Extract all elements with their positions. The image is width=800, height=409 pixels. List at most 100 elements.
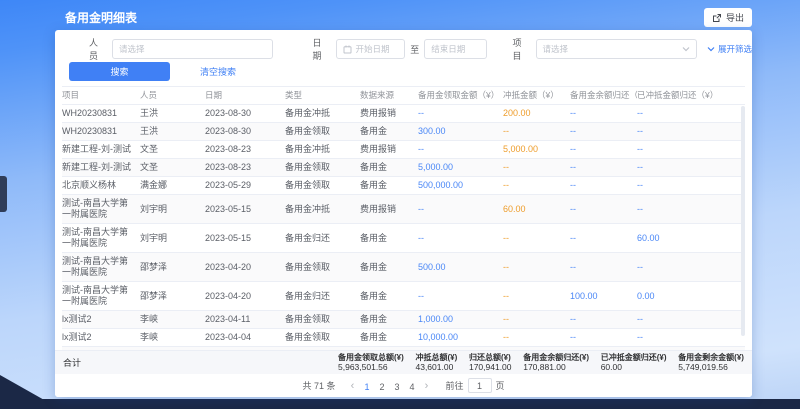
cell-person: 刘宇明 — [140, 195, 205, 224]
summary-stat: 归还总额(¥)170,941.00 — [469, 353, 512, 372]
cell-offset_return: -- — [637, 141, 745, 159]
goto-page-input[interactable] — [468, 378, 492, 393]
summary-stat-label: 备用金余额归还(¥) — [523, 353, 589, 362]
table-row: WH20230831王洪2023-08-30备用金冲抵费用报销--200.00-… — [62, 105, 745, 123]
cell-person: 李峡 — [140, 311, 205, 329]
cell-balance_return: -- — [570, 141, 637, 159]
cell-project: WH20230831 — [62, 105, 140, 123]
summary-stat-label: 备用金剩余金额(¥) — [678, 353, 744, 362]
cell-offset_return: -- — [637, 311, 745, 329]
cell-offset_return: -- — [637, 159, 745, 177]
expand-filters-link[interactable]: 展开筛选 — [707, 43, 752, 55]
page-number-3[interactable]: 3 — [389, 380, 404, 394]
export-button-label: 导出 — [726, 11, 744, 24]
cell-person: 刘宇明 — [140, 224, 205, 253]
table-row: lx测试2李峡2023-04-04备用金领取备用金10,000.00------ — [62, 329, 745, 347]
summary-stat: 冲抵总额(¥)43,601.00 — [415, 353, 457, 372]
cell-date: 2023-08-30 — [205, 105, 285, 123]
cell-date: 2023-08-23 — [205, 141, 285, 159]
pagination-bar: 共 71 条 ‹ 1234 › 前往 页 — [55, 374, 752, 397]
summary-stat: 备用金剩余金额(¥)5,749,019.56 — [678, 353, 744, 372]
cell-source: 备用金 — [360, 159, 418, 177]
clear-search-link[interactable]: 清空搜索 — [200, 65, 236, 78]
cell-received: -- — [418, 105, 503, 123]
filter-row: 人员 请选择 日期 开始日期 至 结束日期 项目 请选择 — [55, 38, 752, 60]
date-range-separator: 至 — [410, 43, 419, 56]
cell-type: 备用金冲抵 — [285, 141, 360, 159]
cell-source: 备用金 — [360, 329, 418, 347]
cell-project: 测试-南昌大学第一附属医院 — [62, 224, 140, 253]
cell-date: 2023-05-15 — [205, 224, 285, 253]
cell-person: 文圣 — [140, 141, 205, 159]
cell-date: 2023-04-20 — [205, 282, 285, 311]
cell-type: 备用金领取 — [285, 123, 360, 141]
cell-balance_return: -- — [570, 123, 637, 141]
column-header-offset_return: 已冲抵金额归还（¥） — [637, 87, 745, 105]
cell-type: 备用金领取 — [285, 329, 360, 347]
date-start-input[interactable]: 开始日期 — [336, 39, 406, 59]
summary-stat-value: 5,749,019.56 — [678, 362, 744, 372]
table-row: 北京顺义杨林满金娜2023-05-29备用金领取备用金500,000.00---… — [62, 177, 745, 195]
cell-date: 2023-04-11 — [205, 311, 285, 329]
table-scrollbar[interactable] — [741, 106, 745, 336]
person-select-input[interactable]: 请选择 — [112, 39, 273, 59]
cell-offset: 200.00 — [503, 105, 570, 123]
cell-date: 2023-08-23 — [205, 159, 285, 177]
page-number-2[interactable]: 2 — [374, 380, 389, 394]
chevron-down-icon — [682, 46, 690, 52]
cell-source: 备用金 — [360, 311, 418, 329]
cell-type: 备用金领取 — [285, 253, 360, 282]
cell-type: 备用金归还 — [285, 224, 360, 253]
cell-offset_return: -- — [637, 105, 745, 123]
cell-date: 2023-08-30 — [205, 123, 285, 141]
export-button[interactable]: 导出 — [704, 8, 752, 27]
table-row: lx测试2李峡2023-04-11备用金领取备用金1,000.00------ — [62, 311, 745, 329]
cell-source: 备用金 — [360, 253, 418, 282]
page-number-1[interactable]: 1 — [359, 380, 374, 394]
cell-source: 备用金 — [360, 224, 418, 253]
cell-offset_return: -- — [637, 329, 745, 347]
project-filter-label: 项目 — [513, 36, 530, 62]
date-end-placeholder: 结束日期 — [431, 43, 465, 55]
cell-balance_return: -- — [570, 105, 637, 123]
cell-type: 备用金冲抵 — [285, 195, 360, 224]
cell-offset: -- — [503, 159, 570, 177]
cell-offset_return: -- — [637, 195, 745, 224]
calendar-icon — [343, 45, 352, 54]
cell-type: 备用金领取 — [285, 159, 360, 177]
cell-balance_return: -- — [570, 177, 637, 195]
cell-project: lx测试2 — [62, 311, 140, 329]
cell-received: -- — [418, 282, 503, 311]
side-panel-handle[interactable] — [0, 176, 7, 212]
prev-page-button[interactable]: ‹ — [345, 379, 359, 393]
cell-date: 2023-05-29 — [205, 177, 285, 195]
summary-stat-label: 备用金领取总额(¥) — [338, 353, 404, 362]
date-start-placeholder: 开始日期 — [356, 43, 390, 55]
person-filter-label: 人员 — [89, 36, 106, 62]
search-button[interactable]: 搜索 — [69, 62, 170, 81]
page-number-4[interactable]: 4 — [404, 380, 419, 394]
cell-received: -- — [418, 195, 503, 224]
export-icon — [712, 13, 722, 23]
cell-person: 王洪 — [140, 123, 205, 141]
cell-project: lx测试2 — [62, 329, 140, 347]
next-page-button[interactable]: › — [419, 379, 433, 393]
cell-type: 备用金领取 — [285, 177, 360, 195]
chevron-down-icon — [707, 46, 715, 52]
bottom-dark-strip — [0, 399, 800, 409]
project-select-input[interactable]: 请选择 — [536, 39, 697, 59]
cell-balance_return: -- — [570, 159, 637, 177]
cell-received: 1,000.00 — [418, 311, 503, 329]
date-end-input[interactable]: 结束日期 — [424, 39, 486, 59]
column-header-type: 类型 — [285, 87, 360, 105]
cell-source: 备用金 — [360, 123, 418, 141]
cell-person: 李峡 — [140, 329, 205, 347]
cell-source: 费用报销 — [360, 141, 418, 159]
cell-offset_return: 0.00 — [637, 282, 745, 311]
action-row: 搜索 清空搜索 — [55, 61, 236, 81]
table-row: 测试-南昌大学第一附属医院刘宇明2023-05-15备用金归还备用金------… — [62, 224, 745, 253]
table-row: 测试-南昌大学第一附属医院邵梦泽2023-04-20备用金领取备用金500.00… — [62, 253, 745, 282]
cell-project: 测试-南昌大学第一附属医院 — [62, 253, 140, 282]
column-header-received: 备用金领取金额（¥） — [418, 87, 503, 105]
cell-date: 2023-04-04 — [205, 329, 285, 347]
